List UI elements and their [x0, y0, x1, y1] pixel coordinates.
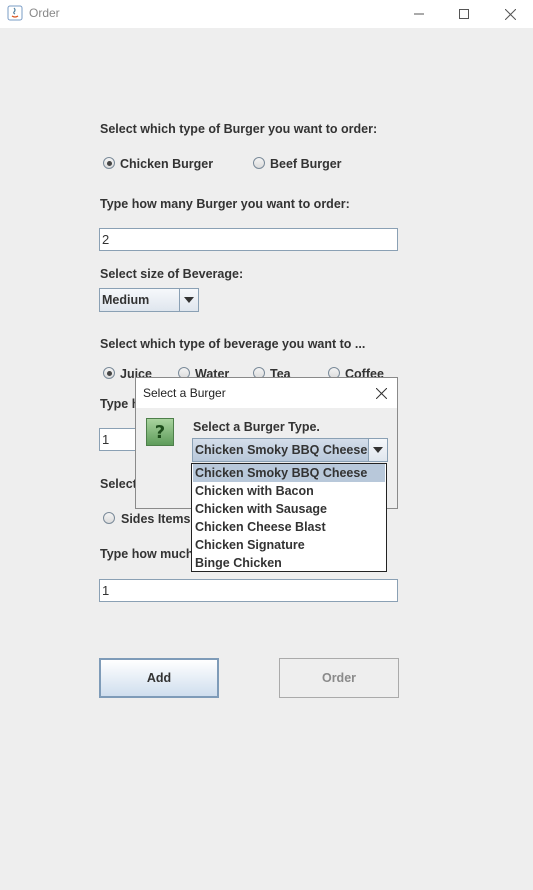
burger-type-dropdown-list: Chicken Smoky BBQ Cheese Chicken with Ba…	[191, 463, 387, 572]
list-item[interactable]: Chicken Smoky BBQ Cheese	[193, 464, 385, 482]
minimize-button[interactable]	[396, 0, 442, 28]
close-icon	[504, 8, 516, 20]
beverage-type-label: Select which type of beverage you want t…	[100, 337, 366, 351]
close-window-button[interactable]	[487, 0, 533, 28]
window-titlebar: Order	[0, 0, 533, 28]
extras-qty-input[interactable]: 1	[99, 579, 398, 602]
beef-burger-label[interactable]: Beef Burger	[270, 157, 342, 171]
chevron-down-icon[interactable]	[179, 289, 198, 311]
maximize-icon	[459, 9, 469, 19]
dialog-prompt: Select a Burger Type.	[193, 420, 320, 434]
extras-label: Select	[100, 477, 137, 491]
list-item[interactable]: Binge Chicken	[193, 554, 385, 572]
list-item[interactable]: Chicken with Sausage	[193, 500, 385, 518]
burger-type-combo-value: Chicken Smoky BBQ Cheese	[195, 443, 368, 457]
dialog-titlebar: Select a Burger	[136, 378, 397, 408]
beverage-size-value: Medium	[102, 293, 150, 307]
list-item[interactable]: Chicken Signature	[193, 536, 385, 554]
question-icon: ?	[146, 418, 174, 446]
order-button[interactable]: Order	[279, 658, 399, 698]
burger-type-combo[interactable]: Chicken Smoky BBQ Cheese	[192, 438, 388, 462]
beef-burger-radio[interactable]	[253, 157, 265, 169]
list-item[interactable]: Chicken with Bacon	[193, 482, 385, 500]
chicken-burger-radio[interactable]	[103, 157, 115, 169]
beverage-size-combo[interactable]: Medium	[99, 288, 199, 312]
chevron-down-icon[interactable]	[368, 439, 387, 461]
burger-type-label: Select which type of Burger you want to …	[100, 122, 378, 136]
dialog-close-button[interactable]	[368, 380, 394, 406]
minimize-icon	[414, 13, 424, 15]
juice-radio[interactable]	[103, 367, 115, 379]
beverage-qty-label: Type h	[100, 397, 140, 411]
extras-qty-label: Type how much	[100, 547, 194, 561]
add-button[interactable]: Add	[99, 658, 219, 698]
close-icon	[375, 387, 387, 399]
sides-items-radio[interactable]	[103, 512, 115, 524]
dialog-title: Select a Burger	[143, 386, 226, 400]
list-item[interactable]: Chicken Cheese Blast	[193, 518, 385, 536]
burger-qty-label: Type how many Burger you want to order:	[100, 197, 350, 211]
sides-items-label[interactable]: Sides Items	[121, 512, 190, 526]
burger-qty-input[interactable]: 2	[99, 228, 398, 251]
chicken-burger-label[interactable]: Chicken Burger	[120, 157, 213, 171]
window-title: Order	[29, 6, 60, 20]
java-app-icon	[7, 5, 23, 21]
maximize-button[interactable]	[441, 0, 487, 28]
beverage-size-label: Select size of Beverage:	[100, 267, 244, 281]
